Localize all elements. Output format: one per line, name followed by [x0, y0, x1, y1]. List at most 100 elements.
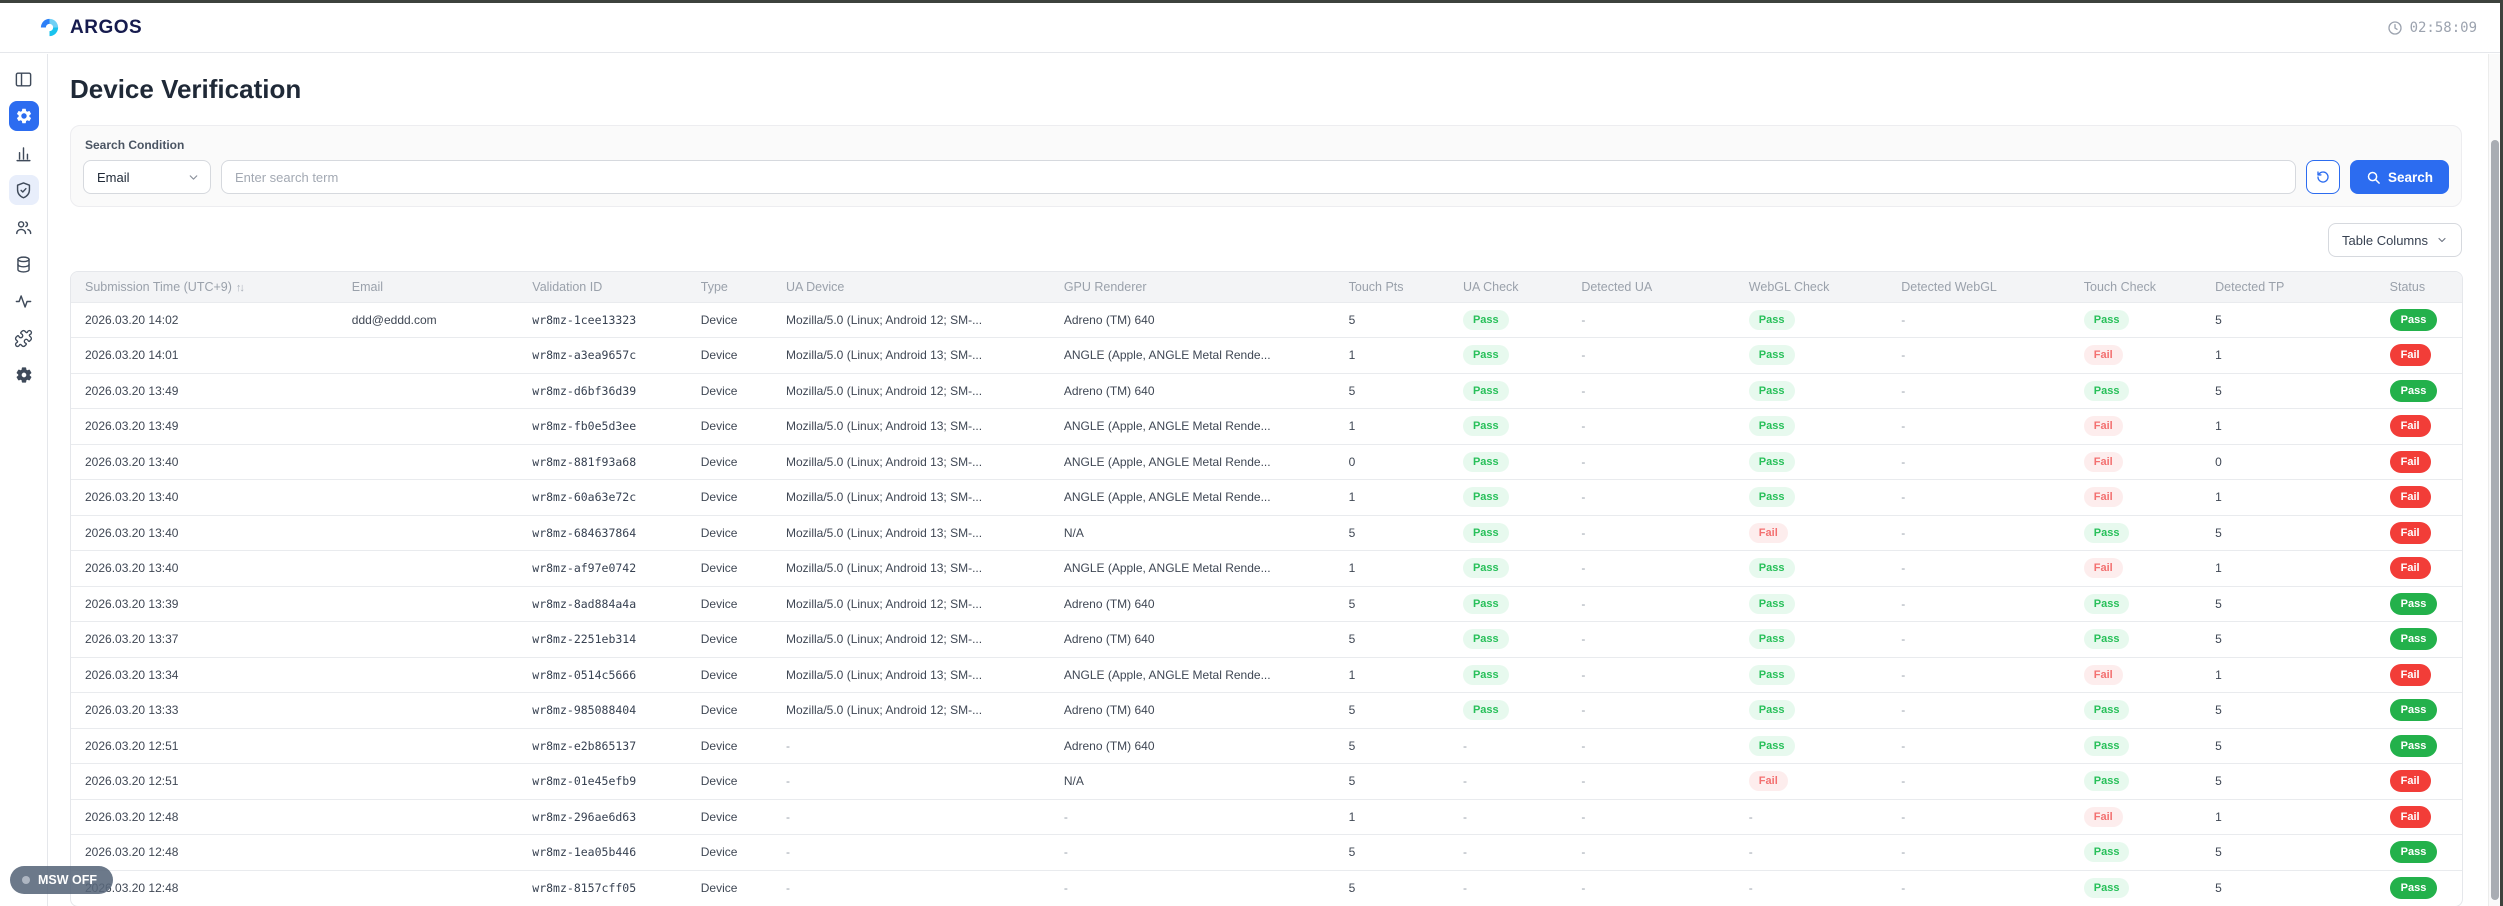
sidebar-item-database[interactable] [9, 249, 39, 279]
cell-webgl_check: - [1735, 835, 1887, 871]
cell-touch_pts: 5 [1335, 835, 1449, 871]
cell-status: Fail [2376, 338, 2462, 374]
column-header-submission_time[interactable]: Submission Time (UTC+9)↑↓ [71, 272, 338, 302]
sidebar-item-activity[interactable] [9, 286, 39, 316]
table-row: 2026.03.20 12:51wr8mz-e2b865137Device-Ad… [71, 728, 2462, 764]
argos-logo-icon [38, 16, 61, 39]
cell-submission_time: 2026.03.20 13:40 [71, 444, 338, 480]
search-panel: Search Condition Email [70, 125, 2462, 207]
cell-type: Device [687, 835, 772, 871]
check-badge: Pass [1463, 523, 1509, 543]
check-badge: Pass [2084, 878, 2130, 898]
cell-gpu_renderer: Adreno (TM) 640 [1050, 586, 1335, 622]
cell-detected_webgl: - [1887, 799, 2070, 835]
cell-detected_ua: - [1567, 693, 1734, 729]
cell-ua_check: Pass [1449, 622, 1567, 658]
argos-logo[interactable]: ARGOS [38, 16, 142, 39]
cell-ua_check: Pass [1449, 551, 1567, 587]
check-badge: Pass [1463, 665, 1509, 685]
check-badge: Fail [2084, 452, 2123, 472]
table-row: 2026.03.20 12:51wr8mz-01e45efb9Device-N/… [71, 764, 2462, 800]
reset-button[interactable] [2306, 160, 2340, 194]
cell-detected_tp: 5 [2201, 870, 2376, 906]
sidebar-panel-toggle[interactable] [9, 64, 39, 94]
cell-detected_webgl: - [1887, 764, 2070, 800]
cell-submission_time: 2026.03.20 13:49 [71, 373, 338, 409]
cell-detected_webgl: - [1887, 728, 2070, 764]
cell-touch_pts: 0 [1335, 444, 1449, 480]
sidebar-item-integrations[interactable] [9, 323, 39, 353]
cell-submission_time: 2026.03.20 12:48 [71, 799, 338, 835]
cell-gpu_renderer: Adreno (TM) 640 [1050, 373, 1335, 409]
cell-ua_check: Pass [1449, 586, 1567, 622]
cell-type: Device [687, 728, 772, 764]
app-root: ARGOS 02:58:09 [0, 0, 2503, 906]
cell-detected_tp: 5 [2201, 302, 2376, 338]
scrollbar-thumb[interactable] [2491, 140, 2499, 900]
sidebar-item-device-verification[interactable] [9, 175, 39, 205]
check-badge: Pass [1463, 487, 1509, 507]
cell-ua_device: Mozilla/5.0 (Linux; Android 12; SM-... [772, 693, 1050, 729]
cell-touch_check: Fail [2070, 799, 2201, 835]
cell-submission_time: 2026.03.20 13:37 [71, 622, 338, 658]
check-badge: Pass [2084, 700, 2130, 720]
table-row: 2026.03.20 13:40wr8mz-60a63e72cDeviceMoz… [71, 480, 2462, 516]
sidebar-item-analytics[interactable] [9, 138, 39, 168]
cell-detected_webgl: - [1887, 302, 2070, 338]
results-table-card: Submission Time (UTC+9)↑↓EmailValidation… [70, 271, 2463, 906]
cell-submission_time: 2026.03.20 13:39 [71, 586, 338, 622]
sidebar-item-admin-settings[interactable] [9, 101, 39, 131]
status-badge: Pass [2390, 877, 2438, 899]
check-badge: Fail [2084, 665, 2123, 685]
cell-ua_check: - [1449, 870, 1567, 906]
sort-arrows-icon[interactable]: ↑↓ [236, 282, 243, 294]
cell-touch_check: Fail [2070, 338, 2201, 374]
cell-ua_check: Pass [1449, 515, 1567, 551]
cell-webgl_check: Pass [1735, 693, 1887, 729]
sidebar-item-users[interactable] [9, 212, 39, 242]
cell-email: ddd@eddd.com [338, 302, 519, 338]
cell-detected_webgl: - [1887, 551, 2070, 587]
status-badge: Pass [2390, 841, 2438, 863]
table-row: 2026.03.20 12:48wr8mz-296ae6d63Device--1… [71, 799, 2462, 835]
cell-webgl_check: Pass [1735, 551, 1887, 587]
reset-icon [2315, 169, 2331, 185]
cell-email [338, 373, 519, 409]
check-badge: Fail [2084, 416, 2123, 436]
search-input[interactable] [221, 160, 2296, 194]
table-row: 2026.03.20 13:40wr8mz-af97e0742DeviceMoz… [71, 551, 2462, 587]
table-row: 2026.03.20 13:33wr8mz-985088404DeviceMoz… [71, 693, 2462, 729]
cell-email [338, 444, 519, 480]
cell-email [338, 870, 519, 906]
cell-detected_webgl: - [1887, 373, 2070, 409]
column-header-type: Type [687, 272, 772, 302]
cell-detected_ua: - [1567, 657, 1734, 693]
cell-touch_pts: 1 [1335, 657, 1449, 693]
cell-status: Pass [2376, 373, 2462, 409]
cell-submission_time: 2026.03.20 12:51 [71, 728, 338, 764]
cell-validation_id: wr8mz-985088404 [518, 693, 686, 729]
database-icon [14, 255, 33, 274]
cell-gpu_renderer: ANGLE (Apple, ANGLE Metal Rende... [1050, 409, 1335, 445]
cell-email [338, 799, 519, 835]
sidebar-item-settings[interactable] [9, 360, 39, 390]
search-button[interactable]: Search [2350, 160, 2449, 194]
table-columns-button[interactable]: Table Columns [2328, 223, 2462, 257]
search-condition-label: Search Condition [85, 138, 2449, 152]
cell-submission_time: 2026.03.20 14:01 [71, 338, 338, 374]
msw-status-badge[interactable]: MSW OFF [10, 866, 113, 894]
check-badge: Pass [2084, 629, 2130, 649]
cell-detected_webgl: - [1887, 835, 2070, 871]
status-badge: Fail [2390, 664, 2431, 686]
cell-detected_webgl: - [1887, 586, 2070, 622]
cell-detected_webgl: - [1887, 622, 2070, 658]
cell-ua_device: Mozilla/5.0 (Linux; Android 13; SM-... [772, 480, 1050, 516]
table-row: 2026.03.20 13:34wr8mz-0514c5666DeviceMoz… [71, 657, 2462, 693]
cell-type: Device [687, 693, 772, 729]
search-condition-select[interactable]: Email [83, 160, 211, 194]
cell-status: Fail [2376, 764, 2462, 800]
cell-submission_time: 2026.03.20 12:48 [71, 835, 338, 871]
vertical-scrollbar [2488, 54, 2500, 906]
cell-ua_check: Pass [1449, 302, 1567, 338]
table-columns-label: Table Columns [2342, 233, 2428, 248]
